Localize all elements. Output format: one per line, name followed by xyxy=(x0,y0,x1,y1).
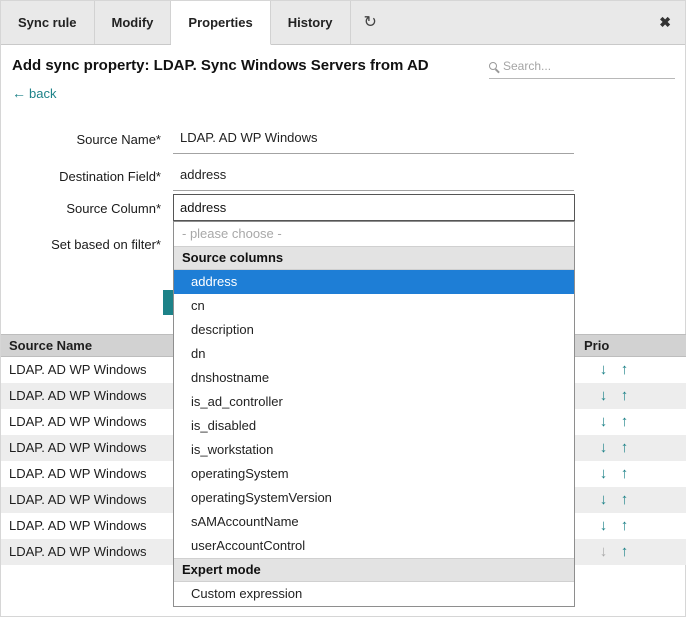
move-up-icon[interactable]: ↑ xyxy=(614,383,635,409)
field-source-name[interactable]: LDAP. AD WP Windows xyxy=(173,130,574,154)
move-down-icon[interactable]: ↓ xyxy=(593,435,614,461)
search-icon xyxy=(489,62,497,70)
search-box xyxy=(489,59,675,79)
move-up-icon[interactable]: ↑ xyxy=(614,435,635,461)
label-source-name: Source Name* xyxy=(1,132,161,147)
column-header-prio[interactable]: Prio xyxy=(584,335,609,356)
dropdown-option[interactable]: dn xyxy=(174,342,574,366)
prio-cell: ↓ ↑ xyxy=(593,409,635,435)
dropdown-option[interactable]: is_workstation xyxy=(174,438,574,462)
prio-cell: ↓ ↑ xyxy=(593,435,635,461)
prio-cell: ↓ ↑ xyxy=(593,461,635,487)
dropdown-option[interactable]: address xyxy=(174,270,574,294)
prio-cell: ↓ ↑ xyxy=(593,487,635,513)
cell-source-name: LDAP. AD WP Windows xyxy=(9,388,147,403)
cell-source-name: LDAP. AD WP Windows xyxy=(9,492,147,507)
sync-editor-window: Sync rule Modify Properties History ↻ ✖ … xyxy=(0,0,686,617)
cell-source-name: LDAP. AD WP Windows xyxy=(9,518,147,533)
dropdown-placeholder-option[interactable]: - please choose - xyxy=(174,222,574,246)
label-destination-field: Destination Field* xyxy=(1,169,161,184)
tab-history[interactable]: History xyxy=(271,1,351,44)
dropdown-option[interactable]: is_disabled xyxy=(174,414,574,438)
source-column-dropdown: - please choose - Source columns address… xyxy=(173,221,575,607)
tab-sync-rule[interactable]: Sync rule xyxy=(1,1,95,44)
dropdown-option[interactable]: dnshostname xyxy=(174,366,574,390)
cell-source-name: LDAP. AD WP Windows xyxy=(9,362,147,377)
field-source-column-input[interactable] xyxy=(173,194,575,221)
move-down-icon[interactable]: ↓ xyxy=(593,461,614,487)
back-arrow-icon: ← xyxy=(12,85,26,101)
dropdown-option[interactable]: operatingSystemVersion xyxy=(174,486,574,510)
cell-source-name: LDAP. AD WP Windows xyxy=(9,544,147,559)
dropdown-option[interactable]: cn xyxy=(174,294,574,318)
tab-bar: Sync rule Modify Properties History ↻ ✖ xyxy=(1,1,685,45)
cell-source-name: LDAP. AD WP Windows xyxy=(9,414,147,429)
prio-cell: ↓ ↑ xyxy=(593,383,635,409)
move-up-icon[interactable]: ↑ xyxy=(614,461,635,487)
move-up-icon[interactable]: ↑ xyxy=(614,513,635,539)
tab-modify[interactable]: Modify xyxy=(95,1,172,44)
dropdown-option[interactable]: is_ad_controller xyxy=(174,390,574,414)
dropdown-option[interactable]: description xyxy=(174,318,574,342)
column-header-source-name[interactable]: Source Name xyxy=(1,338,92,353)
cell-source-name: LDAP. AD WP Windows xyxy=(9,440,147,455)
label-set-based-on-filter: Set based on filter* xyxy=(1,237,161,252)
close-icon[interactable]: ✖ xyxy=(645,1,685,44)
field-destination-field[interactable]: address xyxy=(173,167,574,191)
search-input[interactable] xyxy=(503,59,653,73)
cell-source-name: LDAP. AD WP Windows xyxy=(9,466,147,481)
move-up-icon[interactable]: ↑ xyxy=(614,409,635,435)
move-up-icon[interactable]: ↑ xyxy=(614,357,635,383)
move-down-icon[interactable]: ↓ xyxy=(593,487,614,513)
dropdown-option[interactable]: Custom expression xyxy=(174,582,574,606)
obscured-button-fragment[interactable] xyxy=(163,290,173,315)
label-source-column: Source Column* xyxy=(1,201,161,216)
move-up-icon[interactable]: ↑ xyxy=(614,539,635,565)
move-down-icon[interactable]: ↓ xyxy=(593,357,614,383)
page-title: Add sync property: LDAP. Sync Windows Se… xyxy=(12,57,429,74)
move-up-icon[interactable]: ↑ xyxy=(614,487,635,513)
move-down-icon[interactable]: ↓ xyxy=(593,539,614,565)
move-down-icon[interactable]: ↓ xyxy=(593,409,614,435)
refresh-icon[interactable]: ↻ xyxy=(351,1,390,44)
tab-properties[interactable]: Properties xyxy=(171,1,270,45)
prio-cell: ↓ ↑ xyxy=(593,357,635,383)
dropdown-group-header-expert-mode: Expert mode xyxy=(174,558,574,582)
back-label: back xyxy=(29,86,56,101)
back-link[interactable]: ←back xyxy=(12,85,56,101)
move-down-icon[interactable]: ↓ xyxy=(593,383,614,409)
dropdown-option[interactable]: userAccountControl xyxy=(174,534,574,558)
dropdown-group-header-source-columns: Source columns xyxy=(174,246,574,270)
prio-cell: ↓ ↑ xyxy=(593,513,635,539)
dropdown-option[interactable]: operatingSystem xyxy=(174,462,574,486)
prio-cell: ↓ ↑ xyxy=(593,539,635,565)
move-down-icon[interactable]: ↓ xyxy=(593,513,614,539)
dropdown-option[interactable]: sAMAccountName xyxy=(174,510,574,534)
